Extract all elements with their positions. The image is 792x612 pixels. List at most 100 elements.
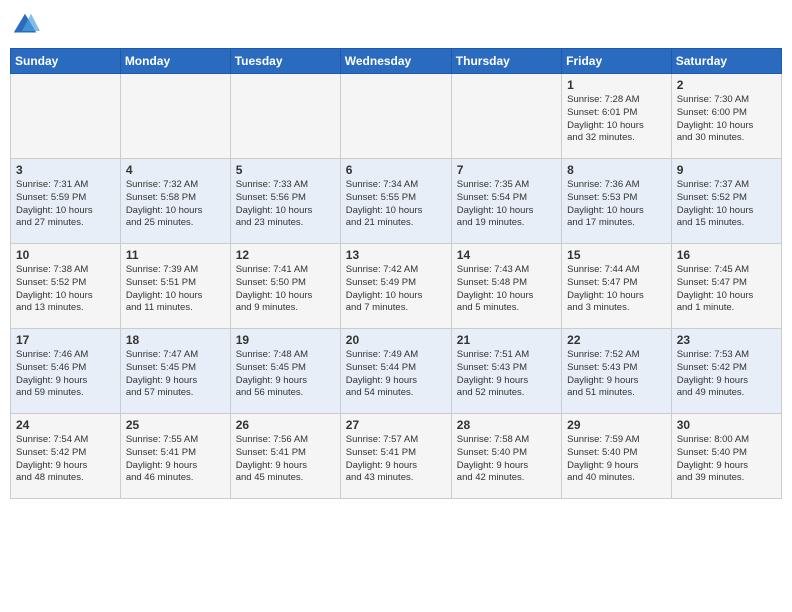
day-cell: 10 Sunrise: 7:38 AMSunset: 5:52 PMDayligh… — [11, 244, 121, 329]
day-number: 9 — [677, 163, 776, 177]
day-number: 19 — [236, 333, 335, 347]
day-number: 5 — [236, 163, 335, 177]
day-info: Sunrise: 7:36 AMSunset: 5:53 PMDaylight:… — [567, 179, 666, 230]
day-info: Sunrise: 7:33 AMSunset: 5:56 PMDaylight:… — [236, 179, 335, 230]
day-info: Sunrise: 7:45 AMSunset: 5:47 PMDaylight:… — [677, 264, 776, 315]
day-cell: 8 Sunrise: 7:36 AMSunset: 5:53 PMDaylight… — [562, 159, 672, 244]
week-row: 1 Sunrise: 7:28 AMSunset: 6:01 PMDaylight… — [11, 74, 782, 159]
page-header — [10, 10, 782, 40]
day-cell: 21 Sunrise: 7:51 AMSunset: 5:43 PMDayligh… — [451, 329, 561, 414]
day-info: Sunrise: 7:30 AMSunset: 6:00 PMDaylight:… — [677, 94, 776, 145]
day-cell: 1 Sunrise: 7:28 AMSunset: 6:01 PMDaylight… — [562, 74, 672, 159]
day-info: Sunrise: 7:55 AMSunset: 5:41 PMDaylight:… — [126, 434, 225, 485]
day-number: 24 — [16, 418, 115, 432]
day-number: 2 — [677, 78, 776, 92]
day-cell: 19 Sunrise: 7:48 AMSunset: 5:45 PMDayligh… — [230, 329, 340, 414]
day-number: 6 — [346, 163, 446, 177]
day-info: Sunrise: 7:52 AMSunset: 5:43 PMDaylight:… — [567, 349, 666, 400]
day-number: 3 — [16, 163, 115, 177]
day-info: Sunrise: 7:51 AMSunset: 5:43 PMDaylight:… — [457, 349, 556, 400]
day-info: Sunrise: 7:39 AMSunset: 5:51 PMDaylight:… — [126, 264, 225, 315]
day-number: 20 — [346, 333, 446, 347]
day-number: 8 — [567, 163, 666, 177]
day-info: Sunrise: 7:35 AMSunset: 5:54 PMDaylight:… — [457, 179, 556, 230]
day-info: Sunrise: 7:31 AMSunset: 5:59 PMDaylight:… — [16, 179, 115, 230]
day-cell: 3 Sunrise: 7:31 AMSunset: 5:59 PMDaylight… — [11, 159, 121, 244]
day-number: 16 — [677, 248, 776, 262]
day-info: Sunrise: 8:00 AMSunset: 5:40 PMDaylight:… — [677, 434, 776, 485]
day-cell: 20 Sunrise: 7:49 AMSunset: 5:44 PMDayligh… — [340, 329, 451, 414]
day-info: Sunrise: 7:32 AMSunset: 5:58 PMDaylight:… — [126, 179, 225, 230]
day-number: 29 — [567, 418, 666, 432]
day-cell — [451, 74, 561, 159]
day-number: 26 — [236, 418, 335, 432]
day-number: 4 — [126, 163, 225, 177]
day-info: Sunrise: 7:53 AMSunset: 5:42 PMDaylight:… — [677, 349, 776, 400]
column-header-sunday: Sunday — [11, 49, 121, 74]
day-number: 15 — [567, 248, 666, 262]
day-number: 17 — [16, 333, 115, 347]
day-number: 10 — [16, 248, 115, 262]
day-cell: 9 Sunrise: 7:37 AMSunset: 5:52 PMDaylight… — [671, 159, 781, 244]
day-number: 28 — [457, 418, 556, 432]
day-cell: 5 Sunrise: 7:33 AMSunset: 5:56 PMDaylight… — [230, 159, 340, 244]
day-number: 7 — [457, 163, 556, 177]
day-info: Sunrise: 7:28 AMSunset: 6:01 PMDaylight:… — [567, 94, 666, 145]
day-info: Sunrise: 7:34 AMSunset: 5:55 PMDaylight:… — [346, 179, 446, 230]
column-header-monday: Monday — [120, 49, 230, 74]
day-cell: 11 Sunrise: 7:39 AMSunset: 5:51 PMDayligh… — [120, 244, 230, 329]
day-cell — [11, 74, 121, 159]
day-info: Sunrise: 7:59 AMSunset: 5:40 PMDaylight:… — [567, 434, 666, 485]
week-row: 10 Sunrise: 7:38 AMSunset: 5:52 PMDayligh… — [11, 244, 782, 329]
week-row: 3 Sunrise: 7:31 AMSunset: 5:59 PMDaylight… — [11, 159, 782, 244]
column-header-friday: Friday — [562, 49, 672, 74]
day-cell: 26 Sunrise: 7:56 AMSunset: 5:41 PMDayligh… — [230, 414, 340, 499]
day-cell: 29 Sunrise: 7:59 AMSunset: 5:40 PMDayligh… — [562, 414, 672, 499]
day-info: Sunrise: 7:56 AMSunset: 5:41 PMDaylight:… — [236, 434, 335, 485]
header-row: SundayMondayTuesdayWednesdayThursdayFrid… — [11, 49, 782, 74]
column-header-saturday: Saturday — [671, 49, 781, 74]
day-number: 11 — [126, 248, 225, 262]
day-cell: 12 Sunrise: 7:41 AMSunset: 5:50 PMDayligh… — [230, 244, 340, 329]
day-cell — [120, 74, 230, 159]
day-cell: 18 Sunrise: 7:47 AMSunset: 5:45 PMDayligh… — [120, 329, 230, 414]
day-info: Sunrise: 7:48 AMSunset: 5:45 PMDaylight:… — [236, 349, 335, 400]
day-number: 13 — [346, 248, 446, 262]
day-number: 1 — [567, 78, 666, 92]
day-cell: 14Sunrise: 7:43 AMSunset: 5:48 PMDayligh… — [451, 244, 561, 329]
day-number: 18 — [126, 333, 225, 347]
day-number: 21 — [457, 333, 556, 347]
day-cell: 7 Sunrise: 7:35 AMSunset: 5:54 PMDaylight… — [451, 159, 561, 244]
day-info: Sunrise: 7:47 AMSunset: 5:45 PMDaylight:… — [126, 349, 225, 400]
day-info: Sunrise: 7:58 AMSunset: 5:40 PMDaylight:… — [457, 434, 556, 485]
column-header-wednesday: Wednesday — [340, 49, 451, 74]
day-cell: 17 Sunrise: 7:46 AMSunset: 5:46 PMDayligh… — [11, 329, 121, 414]
day-cell — [340, 74, 451, 159]
day-info: Sunrise: 7:49 AMSunset: 5:44 PMDaylight:… — [346, 349, 446, 400]
day-info: Sunrise: 7:41 AMSunset: 5:50 PMDaylight:… — [236, 264, 335, 315]
column-header-tuesday: Tuesday — [230, 49, 340, 74]
day-number: 25 — [126, 418, 225, 432]
day-number: 12 — [236, 248, 335, 262]
day-info: Sunrise: 7:37 AMSunset: 5:52 PMDaylight:… — [677, 179, 776, 230]
day-cell: 13 Sunrise: 7:42 AMSunset: 5:49 PMDayligh… — [340, 244, 451, 329]
day-info: Sunrise: 7:46 AMSunset: 5:46 PMDaylight:… — [16, 349, 115, 400]
day-cell: 16 Sunrise: 7:45 AMSunset: 5:47 PMDayligh… — [671, 244, 781, 329]
day-info: Sunrise: 7:38 AMSunset: 5:52 PMDaylight:… — [16, 264, 115, 315]
day-cell — [230, 74, 340, 159]
column-header-thursday: Thursday — [451, 49, 561, 74]
week-row: 24 Sunrise: 7:54 AMSunset: 5:42 PMDayligh… — [11, 414, 782, 499]
day-cell: 4 Sunrise: 7:32 AMSunset: 5:58 PMDaylight… — [120, 159, 230, 244]
day-cell: 23Sunrise: 7:53 AMSunset: 5:42 PMDayligh… — [671, 329, 781, 414]
day-info: Sunrise: 7:42 AMSunset: 5:49 PMDaylight:… — [346, 264, 446, 315]
day-cell: 28 Sunrise: 7:58 AMSunset: 5:40 PMDayligh… — [451, 414, 561, 499]
day-cell: 27Sunrise: 7:57 AMSunset: 5:41 PMDayligh… — [340, 414, 451, 499]
day-cell: 6 Sunrise: 7:34 AMSunset: 5:55 PMDaylight… — [340, 159, 451, 244]
day-number: 30 — [677, 418, 776, 432]
day-cell: 25 Sunrise: 7:55 AMSunset: 5:41 PMDayligh… — [120, 414, 230, 499]
day-cell: 2 Sunrise: 7:30 AMSunset: 6:00 PMDaylight… — [671, 74, 781, 159]
day-info: Sunrise: 7:43 AMSunset: 5:48 PMDaylight:… — [457, 264, 556, 315]
logo-icon — [10, 10, 40, 40]
day-info: Sunrise: 7:54 AMSunset: 5:42 PMDaylight:… — [16, 434, 115, 485]
day-info: Sunrise: 7:44 AMSunset: 5:47 PMDaylight:… — [567, 264, 666, 315]
